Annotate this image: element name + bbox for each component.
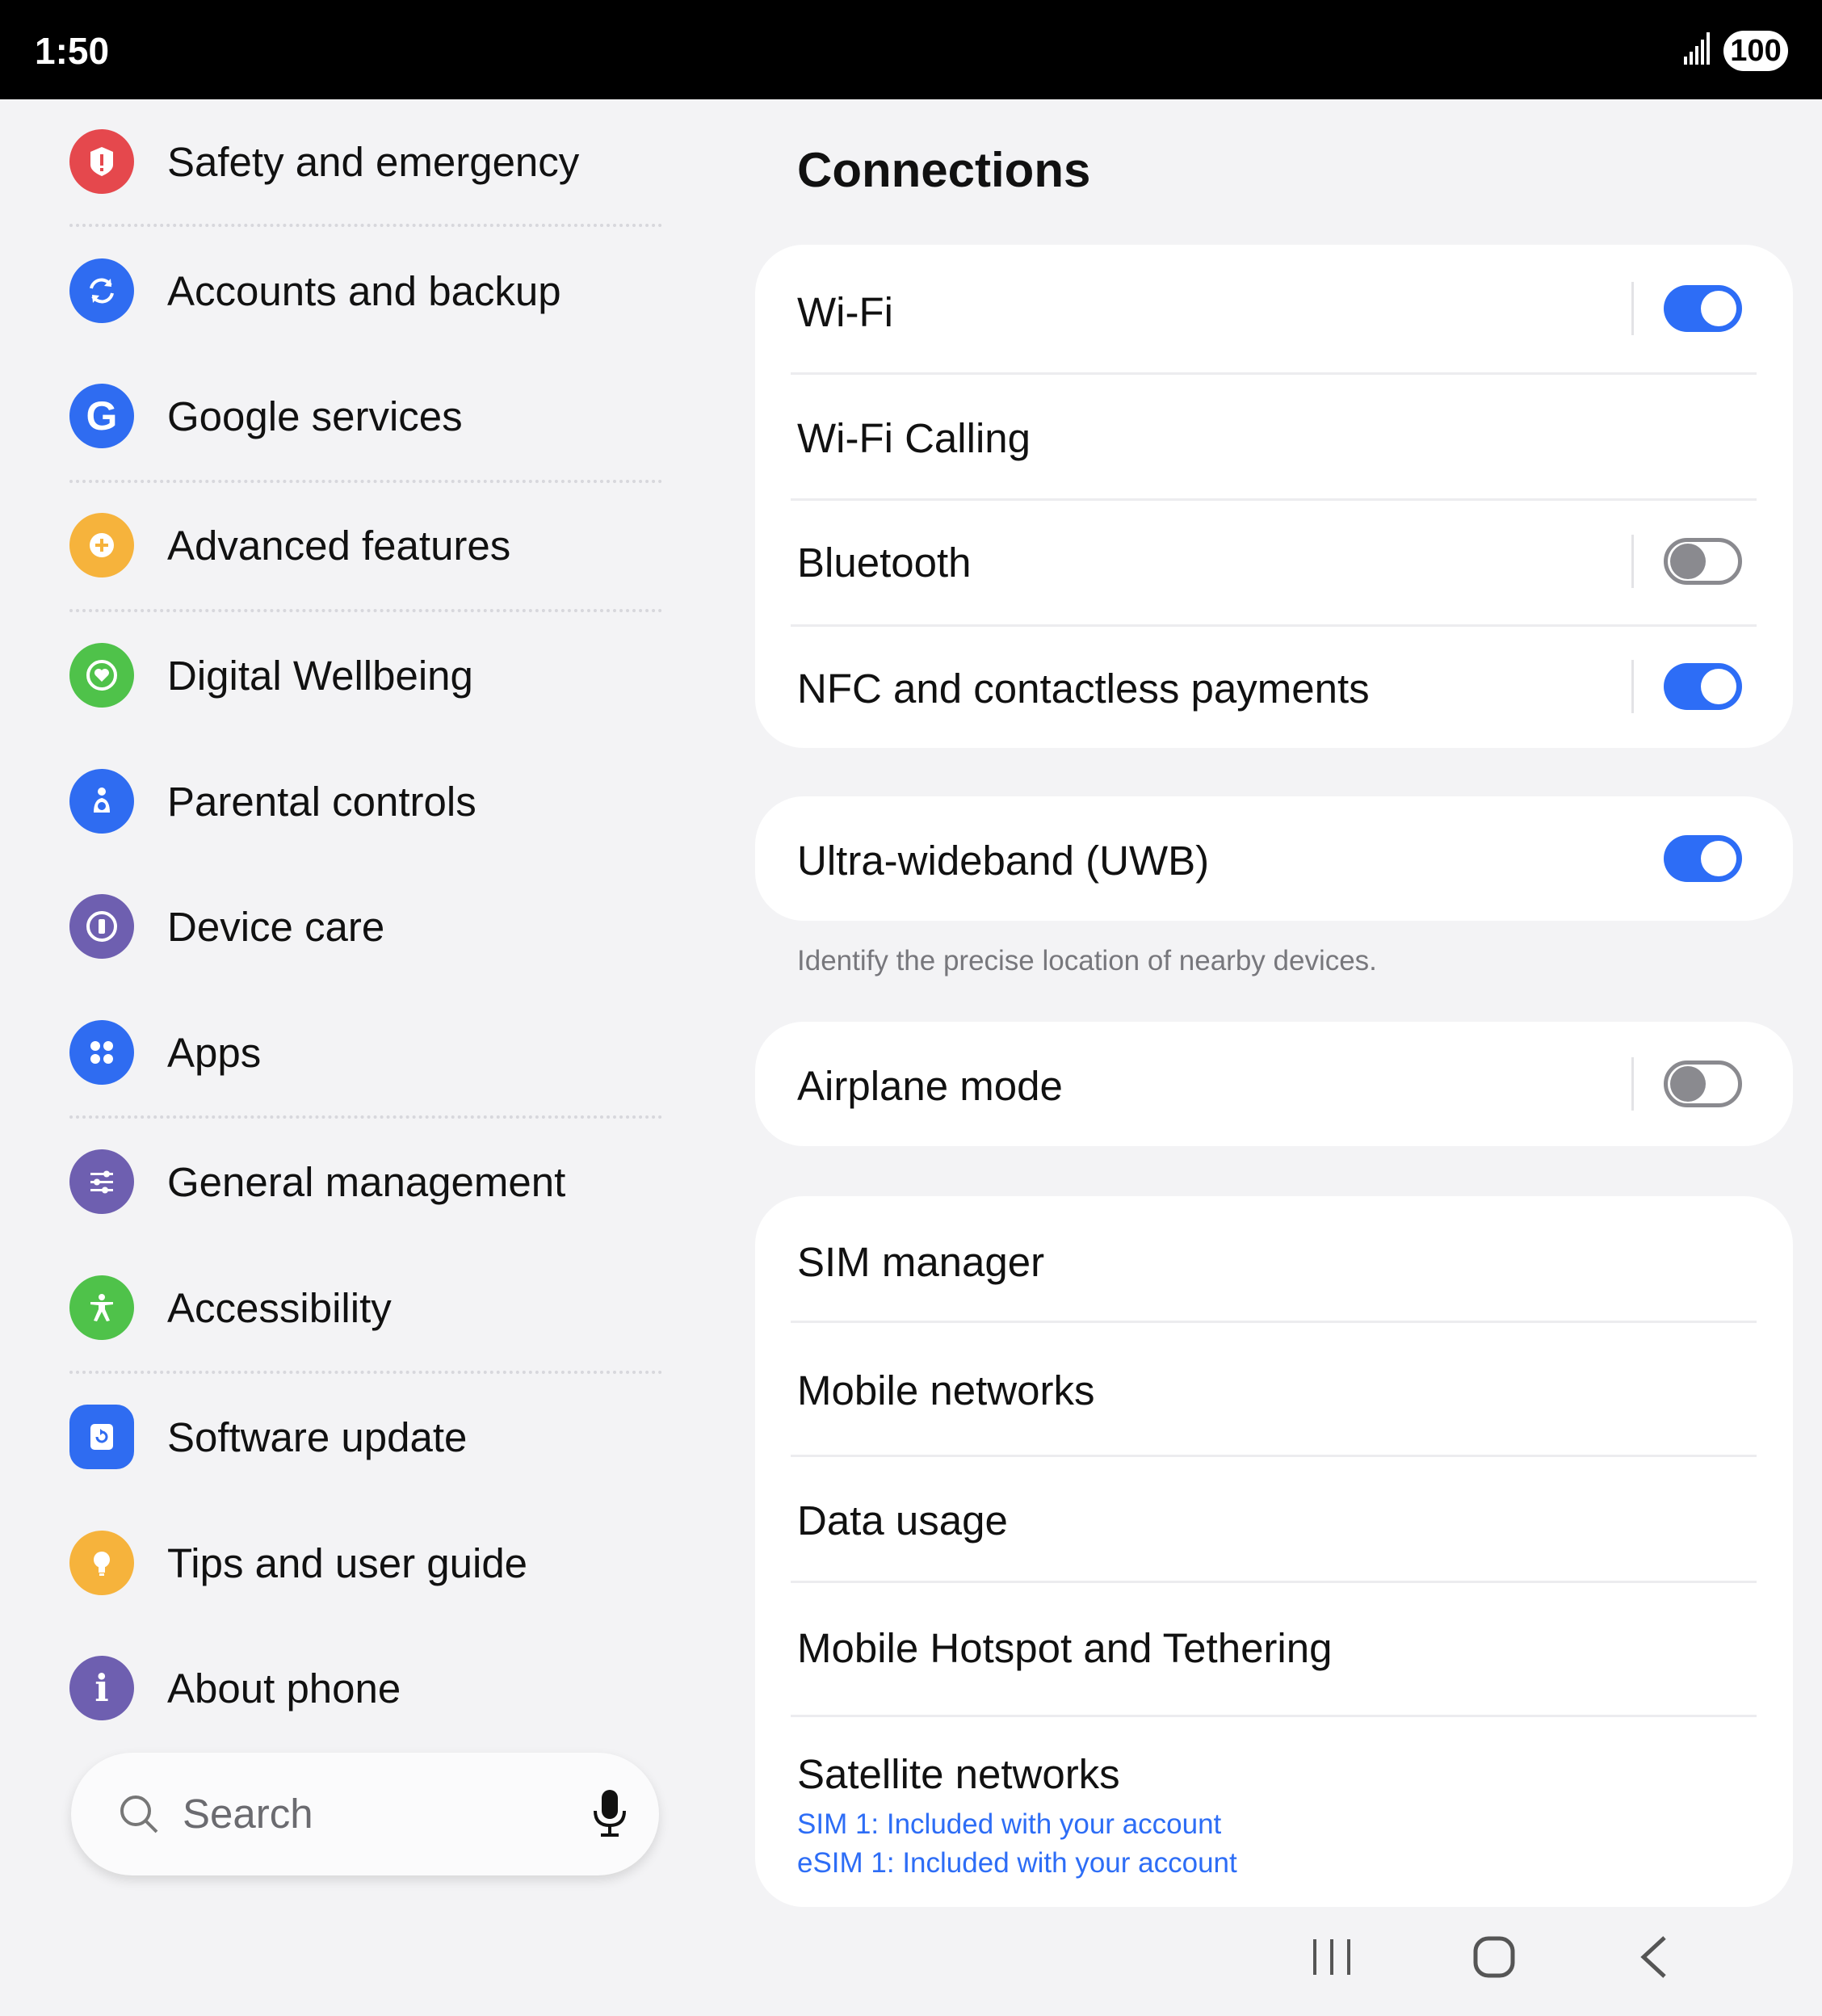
wifi-calling-row[interactable]: Wi-Fi Calling (755, 372, 1793, 498)
info-icon: i (69, 1656, 134, 1720)
search-icon (116, 1791, 162, 1841)
uwb-label: Ultra-wideband (UWB) (797, 838, 1210, 884)
sidebar-item-label: Device care (167, 904, 385, 950)
connections-card-primary: Wi-Fi Wi-Fi Calling Bluetooth NFC and co… (755, 245, 1793, 748)
airplane-toggle[interactable] (1664, 1060, 1742, 1107)
accessibility-icon (69, 1275, 134, 1340)
alert-icon (69, 129, 134, 194)
hotspot-row[interactable]: Mobile Hotspot and Tethering (755, 1581, 1793, 1715)
connections-card-network: SIM manager Mobile networks Data usage M… (755, 1196, 1793, 1907)
satellite-sim1-status: SIM 1: Included with your account (797, 1808, 1222, 1840)
mobile-networks-label: Mobile networks (797, 1367, 1095, 1413)
signal-icon (1684, 32, 1713, 69)
search-bar[interactable]: Search (71, 1753, 659, 1875)
sidebar-item-label: Digital Wellbeing (167, 653, 473, 699)
sidebar-item-accounts[interactable]: Accounts and backup (0, 246, 695, 335)
bluetooth-row[interactable]: Bluetooth (755, 498, 1793, 624)
divider (69, 1371, 662, 1374)
sidebar-item-tips[interactable]: Tips and user guide (0, 1518, 695, 1607)
sidebar-item-label: Safety and emergency (167, 139, 580, 185)
sim-manager-label: SIM manager (797, 1239, 1045, 1285)
sync-icon (69, 258, 134, 323)
sidebar-item-label: General management (167, 1159, 566, 1205)
uwb-card: Ultra-wideband (UWB) (755, 796, 1793, 921)
satellite-row[interactable]: Satellite networks SIM 1: Included with … (755, 1715, 1793, 1907)
lightbulb-icon (69, 1531, 134, 1595)
sidebar-item-general[interactable]: General management (0, 1137, 695, 1226)
satellite-label: Satellite networks (797, 1751, 1120, 1797)
sliders-icon (69, 1149, 134, 1214)
sidebar-item-wellbeing[interactable]: Digital Wellbeing (0, 631, 695, 720)
sidebar-item-device-care[interactable]: Device care (0, 882, 695, 971)
nfc-toggle[interactable] (1664, 663, 1742, 710)
back-button[interactable] (1635, 1934, 1673, 1984)
sidebar-item-google[interactable]: G Google services (0, 372, 695, 460)
search-input[interactable]: Search (183, 1790, 313, 1838)
sim-manager-row[interactable]: SIM manager (755, 1196, 1793, 1321)
hotspot-label: Mobile Hotspot and Tethering (797, 1625, 1333, 1671)
data-usage-label: Data usage (797, 1497, 1008, 1544)
bluetooth-toggle[interactable] (1664, 538, 1742, 585)
uwb-row[interactable]: Ultra-wideband (UWB) (755, 796, 1793, 921)
sidebar-item-label: Google services (167, 393, 463, 439)
status-bar: 1:50 100 (0, 0, 1822, 99)
microphone-icon[interactable] (591, 1788, 628, 1844)
sidebar-item-label: About phone (167, 1665, 401, 1712)
divider (1631, 282, 1634, 335)
divider (69, 1115, 662, 1119)
status-time: 1:50 (35, 30, 110, 72)
sidebar-item-advanced[interactable]: Advanced features (0, 501, 695, 590)
sidebar-item-accessibility[interactable]: Accessibility (0, 1263, 695, 1352)
divider (1631, 1057, 1634, 1111)
divider (69, 609, 662, 612)
mobile-networks-row[interactable]: Mobile networks (755, 1321, 1793, 1455)
page-title: Connections (797, 143, 1091, 197)
sidebar-item-parental[interactable]: Parental controls (0, 757, 695, 846)
device-care-icon (69, 894, 134, 959)
airplane-row[interactable]: Airplane mode (755, 1022, 1793, 1146)
parent-child-icon (69, 769, 134, 834)
sidebar-item-apps[interactable]: Apps (0, 1008, 695, 1097)
divider (69, 224, 662, 227)
wifi-label: Wi-Fi (797, 289, 893, 335)
wifi-calling-label: Wi-Fi Calling (797, 415, 1031, 461)
sidebar-item-label: Advanced features (167, 523, 511, 569)
divider (69, 480, 662, 483)
sidebar-item-software-update[interactable]: Software update (0, 1392, 695, 1481)
battery-indicator: 100 (1723, 31, 1788, 71)
sidebar-item-safety[interactable]: Safety and emergency (0, 117, 695, 206)
airplane-label: Airplane mode (797, 1063, 1063, 1109)
nfc-label: NFC and contactless payments (797, 666, 1370, 712)
sidebar-item-label: Software update (167, 1414, 468, 1460)
recent-apps-button[interactable] (1310, 1934, 1354, 1984)
uwb-description: Identify the precise location of nearby … (797, 945, 1377, 976)
heart-ring-icon (69, 643, 134, 708)
bluetooth-label: Bluetooth (797, 540, 972, 586)
sidebar-item-label: Accounts and backup (167, 268, 561, 314)
wifi-toggle[interactable] (1664, 285, 1742, 332)
apps-grid-icon (69, 1020, 134, 1085)
divider (1631, 535, 1634, 588)
nfc-row[interactable]: NFC and contactless payments (755, 624, 1793, 748)
sidebar-item-label: Accessibility (167, 1285, 392, 1331)
wifi-row[interactable]: Wi-Fi (755, 245, 1793, 372)
software-update-icon (69, 1405, 134, 1469)
data-usage-row[interactable]: Data usage (755, 1455, 1793, 1581)
gear-plus-icon (69, 513, 134, 578)
sidebar-item-label: Apps (167, 1030, 262, 1076)
sidebar-item-about[interactable]: i About phone (0, 1644, 695, 1732)
airplane-card: Airplane mode (755, 1022, 1793, 1146)
sidebar-item-label: Parental controls (167, 779, 476, 825)
sidebar-item-label: Tips and user guide (167, 1540, 528, 1586)
home-button[interactable] (1471, 1934, 1517, 1984)
google-icon: G (69, 384, 134, 448)
satellite-esim1-status: eSIM 1: Included with your account (797, 1847, 1237, 1879)
divider (1631, 660, 1634, 713)
uwb-toggle[interactable] (1664, 835, 1742, 882)
